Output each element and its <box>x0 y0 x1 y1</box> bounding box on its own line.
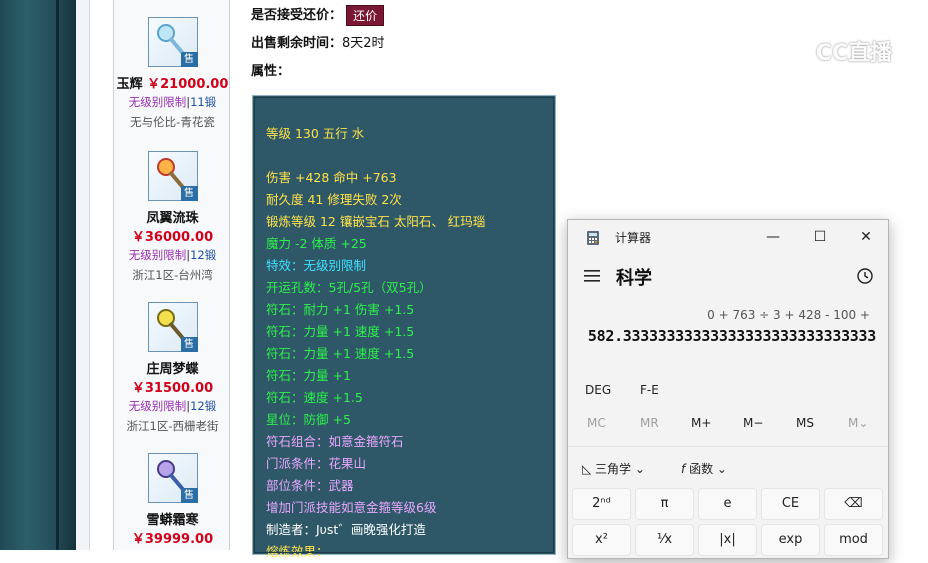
for-sale-badge: 售 <box>180 186 198 201</box>
listing-item[interactable]: 售 凤翼流珠 ￥36000.00 无级别限制|12锻 浙江1区-台州湾 <box>114 151 231 283</box>
time-row: 出售剩余时间：8天2时 <box>251 32 385 51</box>
item-server: 浙江1区-台州湾 <box>132 268 213 282</box>
abs-key[interactable]: |x| <box>698 524 757 556</box>
staff-icon[interactable]: 售 <box>147 453 198 503</box>
page-edge <box>76 0 90 550</box>
bargain-label: 是否接受还价： <box>251 8 343 23</box>
attr-line: 魔力 -2 体质 +25 <box>266 236 367 251</box>
memory-add-button[interactable]: M+ <box>691 416 711 430</box>
keypad: 2ⁿᵈ π e CE ⌫ x² ¹⁄x |x| exp mod <box>572 488 883 556</box>
minimize-icon[interactable]: — <box>761 226 785 248</box>
for-sale-badge: 售 <box>180 488 198 503</box>
attr-line: 门派条件：花果山 <box>266 456 367 471</box>
item-name[interactable]: 雪蟒霜寒 <box>114 509 231 528</box>
item-limit: 无级别限制|12锻 <box>128 399 217 413</box>
calculator-app-icon <box>587 231 599 245</box>
attr-line <box>266 145 555 167</box>
attr-line: 部位条件：武器 <box>266 478 354 493</box>
attr-line: 星位：防御 +5 <box>266 412 351 427</box>
backspace-key[interactable]: ⌫ <box>824 488 883 520</box>
attr-line: 符石：速度 +1.5 <box>266 390 363 405</box>
cc-watermark-logo: CC直播 <box>778 35 898 67</box>
item-price: ￥39999.00 <box>131 532 214 547</box>
item-limit: 无级别限制|11锻 <box>128 95 217 109</box>
attr-line: 符石组合：如意金箍符石 <box>266 434 404 449</box>
attr-line: 等级 130 五行 水 <box>266 126 365 141</box>
time-value: 8天2时 <box>342 36 385 51</box>
function-dropdown[interactable]: f 函数 ⌄ <box>681 460 727 477</box>
item-name[interactable]: 玉辉 ￥21000.00 <box>114 73 231 92</box>
staff-icon[interactable]: 售 <box>147 151 198 201</box>
attr-label: 属性： <box>251 64 291 79</box>
item-price: ￥31500.00 <box>131 381 214 396</box>
mode-title: 科学 <box>616 268 652 289</box>
history-icon[interactable] <box>856 267 874 285</box>
attr-line: 符石：力量 +1 速度 +1.5 <box>266 346 415 361</box>
item-name[interactable]: 庄周梦蝶 <box>114 358 231 377</box>
calculator-window: 计算器 — ☐ ✕ 科学 0 + 763 ÷ 3 + 428 - 100 + 5… <box>567 219 889 559</box>
listing-item[interactable]: 售 玉辉 ￥21000.00 无级别限制|11锻 无与伦比-青花瓷 <box>114 17 231 130</box>
memory-recall-button[interactable]: MR <box>640 416 659 430</box>
listing-item[interactable]: 售 庄周梦蝶 ￥31500.00 无级别限制|12锻 浙江1区-西栅老街 <box>114 302 231 434</box>
trig-dropdown[interactable]: ◺ 三角学 ⌄ <box>582 460 645 477</box>
attr-line: 熔炼效果： <box>266 544 329 559</box>
attr-line: 符石：力量 +1 <box>266 368 351 383</box>
result-display: 582.33333333333333333333333333333 <box>587 327 876 345</box>
for-sale-badge: 售 <box>180 52 198 67</box>
attr-line: 耐久度 41 修理失败 2次 <box>266 192 402 207</box>
e-key[interactable]: e <box>698 488 757 520</box>
left-sidebar-background <box>0 0 76 550</box>
listing-column: 售 玉辉 ￥21000.00 无级别限制|11锻 无与伦比-青花瓷 售 凤翼流珠… <box>113 0 230 550</box>
calculator-titlebar[interactable]: 计算器 — ☐ ✕ <box>568 220 888 254</box>
reciprocal-key[interactable]: ¹⁄x <box>635 524 694 556</box>
clear-entry-key[interactable]: CE <box>761 488 820 520</box>
function-icon: f <box>681 462 686 476</box>
listing-item[interactable]: 售 雪蟒霜寒 ￥39999.00 <box>114 453 231 547</box>
attr-line: 增加门派技能如意金箍等级6级 <box>266 500 437 515</box>
attr-line: 符石：耐力 +1 伤害 +1.5 <box>266 302 415 317</box>
item-server: 无与伦比-青花瓷 <box>130 115 215 129</box>
memory-subtract-button[interactable]: M− <box>743 416 763 430</box>
second-key[interactable]: 2ⁿᵈ <box>572 488 631 520</box>
pi-key[interactable]: π <box>635 488 694 520</box>
memory-store-button[interactable]: MS <box>796 416 814 430</box>
attr-line: 特效：无级别限制 <box>266 258 367 273</box>
menu-icon[interactable] <box>584 270 600 282</box>
divider <box>568 446 888 447</box>
item-name[interactable]: 凤翼流珠 <box>114 207 231 226</box>
bargain-button[interactable]: 还价 <box>346 5 385 26</box>
attr-line: 锻炼等级 12 镶嵌宝石 太阳石、 红玛瑙 <box>266 214 486 229</box>
memory-clear-button[interactable]: MC <box>587 416 606 430</box>
item-limit: 无级别限制|12锻 <box>128 248 217 262</box>
attr-line: 符石：力量 +1 速度 +1.5 <box>266 324 415 339</box>
item-price: ￥36000.00 <box>131 230 214 245</box>
memory-list-button[interactable]: M⌄ <box>848 416 868 430</box>
maximize-icon[interactable]: ☐ <box>808 226 832 248</box>
close-icon[interactable]: ✕ <box>854 226 878 248</box>
deg-toggle[interactable]: DEG <box>585 383 611 397</box>
bargain-row: 是否接受还价： 还价 <box>251 4 385 26</box>
attr-line: 开运孔数：5孔/5孔（双5孔） <box>266 280 432 295</box>
staff-icon[interactable]: 售 <box>147 302 198 352</box>
item-server: 浙江1区-西栅老街 <box>126 419 219 433</box>
calculator-title: 计算器 <box>615 231 652 245</box>
staff-icon[interactable]: 售 <box>147 17 198 67</box>
triangle-icon: ◺ <box>582 462 596 476</box>
mod-key[interactable]: mod <box>824 524 883 556</box>
time-label: 出售剩余时间： <box>251 36 343 51</box>
attr-line: 伤害 +428 命中 +763 <box>266 170 397 185</box>
square-key[interactable]: x² <box>572 524 631 556</box>
attribute-panel: 等级 130 五行 水 伤害 +428 命中 +763 耐久度 41 修理失败 … <box>252 95 556 559</box>
for-sale-badge: 售 <box>180 337 198 352</box>
exp-key[interactable]: exp <box>761 524 820 556</box>
attr-line: 制造者：Jυѕt゛画晚强化打造 <box>266 522 426 537</box>
fe-toggle[interactable]: F-E <box>640 383 659 397</box>
expression-display: 0 + 763 ÷ 3 + 428 - 100 + <box>707 308 870 322</box>
